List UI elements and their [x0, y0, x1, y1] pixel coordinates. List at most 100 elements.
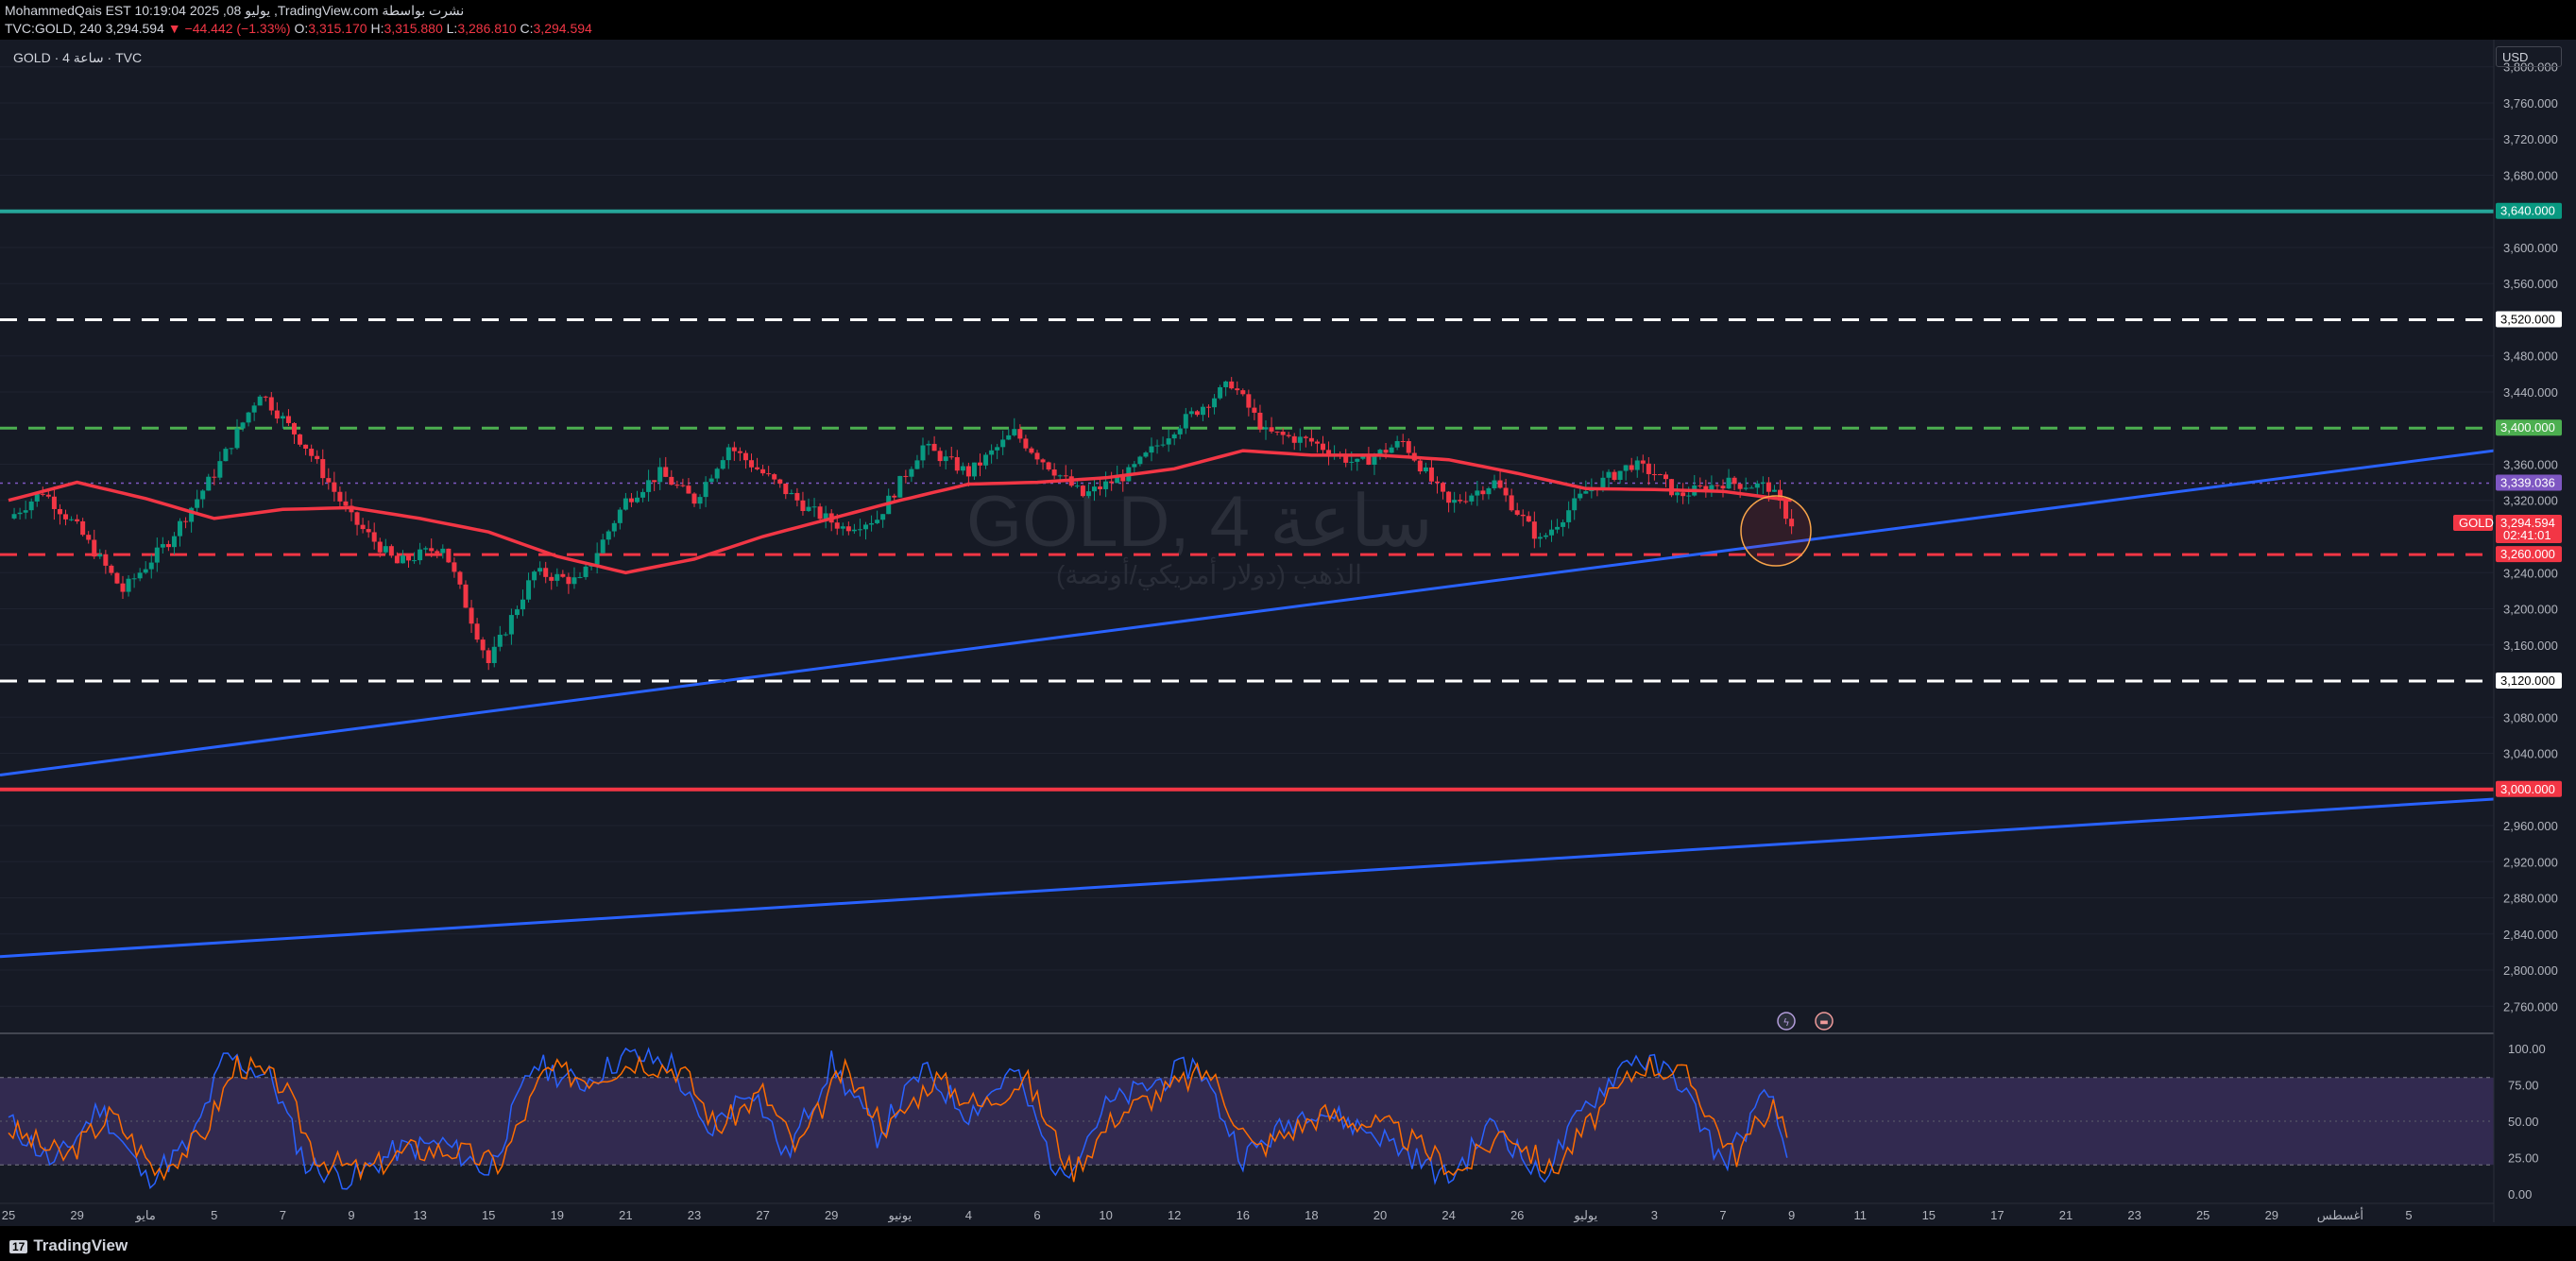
candle-body [560, 573, 566, 577]
candle-body [1372, 455, 1377, 466]
time-axis-label: يونيو [888, 1208, 913, 1223]
candle-body [309, 448, 315, 456]
price-tag-label: 3,640.000 [2500, 204, 2555, 218]
candle-body [1040, 459, 1046, 463]
candle-body [897, 475, 903, 498]
candle-body [491, 646, 497, 663]
candle-body [508, 615, 514, 635]
candle-body [857, 529, 862, 531]
candle-body [1543, 535, 1548, 537]
time-axis-label: 21 [2059, 1208, 2073, 1222]
candle-body [1057, 475, 1063, 477]
candle-body [1166, 438, 1171, 445]
candle-body [1743, 487, 1749, 489]
time-axis-label: 26 [1510, 1208, 1524, 1222]
time-axis-label: 11 [1853, 1208, 1867, 1222]
candle-body [537, 568, 543, 572]
candle-body [1252, 407, 1257, 413]
candle-body [583, 566, 589, 577]
candle-body [383, 546, 388, 553]
candle-body [875, 520, 880, 523]
price-tag-label: 3,520.000 [2500, 312, 2555, 326]
candle-body [1480, 490, 1486, 495]
candle-body [697, 497, 703, 504]
candle-body [617, 509, 623, 523]
time-axis-label: 4 [965, 1208, 972, 1222]
candle-body [109, 565, 114, 573]
candle-body [1000, 439, 1006, 448]
candle-body [1280, 432, 1286, 435]
tradingview-logo: 17 TradingView [9, 1236, 128, 1255]
currency-selector[interactable]: USD [2496, 46, 2562, 67]
candle-body [1029, 448, 1034, 453]
candle-body [1085, 491, 1091, 497]
candle-body [1229, 381, 1235, 389]
price-change: ▼ −44.442 (−1.33%) [167, 21, 291, 36]
watermark-title: GOLD, 4 ساعة [966, 482, 1433, 562]
time-axis-label: 3 [1651, 1208, 1658, 1222]
chart-canvas[interactable]: GOLD, 4 ساعة الذهب (دولار أمريكي/أونصة) … [0, 0, 2576, 1261]
candle-body [1063, 475, 1068, 477]
candle-body [1200, 406, 1205, 416]
candle-body [497, 635, 503, 647]
candle-body [503, 634, 508, 636]
candle-body [1732, 477, 1737, 485]
candle-body [783, 483, 789, 495]
candle-body [178, 520, 182, 537]
candle-body [1675, 492, 1680, 496]
candle-body [1257, 412, 1263, 430]
candle-body [989, 450, 995, 455]
candle-body [1509, 495, 1514, 511]
candle-body [566, 576, 571, 585]
time-axis-label: 25 [2, 1208, 15, 1222]
price-axis-label: 3,160.000 [2503, 639, 2558, 653]
candle-body [257, 396, 263, 406]
candle-body [1286, 435, 1291, 436]
candle-body [514, 609, 520, 616]
time-axis-label: 5 [211, 1208, 217, 1222]
price-axis-label: 3,440.000 [2503, 385, 2558, 400]
candle-body [263, 396, 268, 398]
symbol-legend[interactable]: GOLD · 4 ساعة · TVC [13, 50, 142, 66]
candle-body [1720, 486, 1726, 489]
candle-body [1435, 481, 1440, 484]
candle-body [1321, 443, 1325, 451]
candle-body [1109, 481, 1115, 484]
candle-body [1240, 390, 1246, 395]
candle-body [1531, 521, 1537, 539]
candle-body [40, 493, 45, 495]
candle-body [1154, 445, 1160, 447]
low-value: 3,286.810 [457, 21, 517, 36]
candle-body [1098, 486, 1103, 489]
price-tag-label: 3,260.000 [2500, 547, 2555, 561]
candle-body [663, 467, 669, 477]
time-axis-label: 16 [1237, 1208, 1250, 1222]
price-tag-label: 3,000.000 [2500, 782, 2555, 796]
candle-body [1760, 482, 1766, 484]
candle-body [469, 607, 474, 624]
price-axis-label: 3,320.000 [2503, 494, 2558, 508]
time-axis-label: 7 [280, 1208, 286, 1222]
candle-body [97, 554, 103, 557]
highlight-circle[interactable] [1740, 495, 1812, 567]
candle-body [1640, 460, 1646, 464]
open-label: O: [294, 21, 309, 36]
time-axis-label: 19 [551, 1208, 564, 1222]
time-axis-label: 13 [413, 1208, 426, 1222]
candle-body [1023, 438, 1029, 449]
time-axis-label: 21 [619, 1208, 632, 1222]
candle-body [1194, 411, 1200, 416]
candle-body [1263, 427, 1269, 430]
candle-body [480, 639, 486, 651]
candle-body [429, 548, 435, 552]
stoch-axis-label: 75.00 [2508, 1079, 2539, 1093]
candle-body [1583, 491, 1589, 494]
candle-body [474, 623, 480, 640]
candle-body [920, 445, 926, 461]
candle-body [937, 451, 943, 462]
time-axis-label: مايو [135, 1208, 156, 1223]
candle-body [760, 469, 766, 474]
candle-body [628, 498, 634, 503]
candle-body [1492, 480, 1497, 488]
candle-body [1246, 394, 1252, 408]
